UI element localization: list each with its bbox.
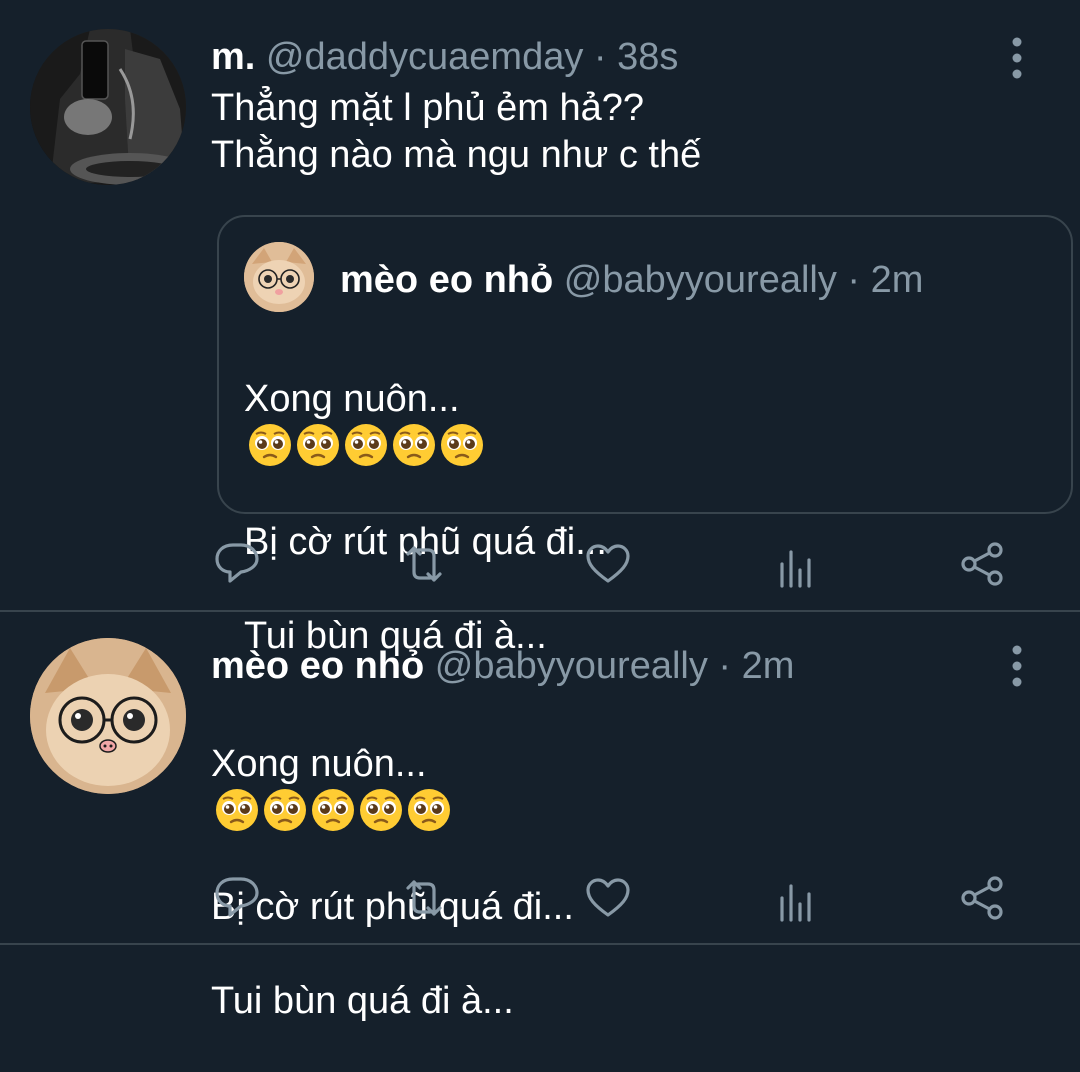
retweet-icon[interactable] [400,540,448,588]
share-icon[interactable] [958,540,1006,588]
display-name[interactable]: mèo eo nhỏ [211,645,424,687]
more-options-icon[interactable] [997,33,1037,83]
pleading-face-emoji [439,422,485,468]
display-name[interactable]: m. [211,36,255,78]
tweet-text: Thẳng mặt l phủ ẻm hả?? Thằng nào mà ngu… [211,87,702,176]
action-bar [0,874,1080,924]
like-icon[interactable] [584,874,632,922]
pleading-face-emoji [358,787,404,833]
text-span: Xong nuôn... [211,743,427,785]
analytics-icon[interactable] [772,544,820,592]
user-handle: @babyyoureally [563,259,837,301]
like-icon[interactable] [584,540,632,588]
tweet-header: m. @daddycuaemday · 38s [211,34,678,80]
avatar-photo [30,29,186,185]
user-handle[interactable]: @daddycuaemday [266,36,583,78]
text-line: Xong nuôn... [211,741,574,837]
pleading-face-emoji [406,787,452,833]
timestamp[interactable]: 2m [742,645,795,687]
text-line: Xong nuôn... [244,376,607,472]
reply-icon[interactable] [213,540,261,588]
separator-dot: · [847,259,861,301]
text-line: Tui bùn quá đi à... [211,980,514,1022]
pleading-face-emoji [343,422,389,468]
avatar[interactable] [30,29,186,185]
retweet-icon[interactable] [400,874,448,922]
pleading-face-emoji [247,422,293,468]
avatar-photo [30,638,186,794]
quoted-avatar [244,242,314,312]
separator-dot: · [593,36,607,78]
pleading-face-emoji [214,787,260,833]
pleading-face-emoji [295,422,341,468]
avatar[interactable] [30,638,186,794]
pleading-face-emoji [262,787,308,833]
pleading-face-emoji [391,422,437,468]
pleading-face-emoji [310,787,356,833]
quoted-header: mèo eo nhỏ @babyyoureally · 2m [340,257,923,303]
user-handle[interactable]: @babyyoureally [435,645,708,687]
action-bar [0,540,1080,590]
timestamp[interactable]: 38s [617,36,678,78]
analytics-icon[interactable] [772,878,820,926]
reply-icon[interactable] [213,874,261,922]
avatar-photo [244,242,314,312]
tweet[interactable]: m. @daddycuaemday · 38s Thẳng mặt l phủ … [0,0,1080,657]
text-span: Xong nuôn... [244,378,460,420]
display-name: mèo eo nhỏ [340,259,554,301]
share-icon[interactable] [958,874,1006,922]
tweet-header: mèo eo nhỏ @babyyoureally · 2m [211,643,794,689]
more-options-icon[interactable] [997,641,1037,691]
timestamp: 2m [870,259,924,301]
separator-dot: · [718,645,732,687]
